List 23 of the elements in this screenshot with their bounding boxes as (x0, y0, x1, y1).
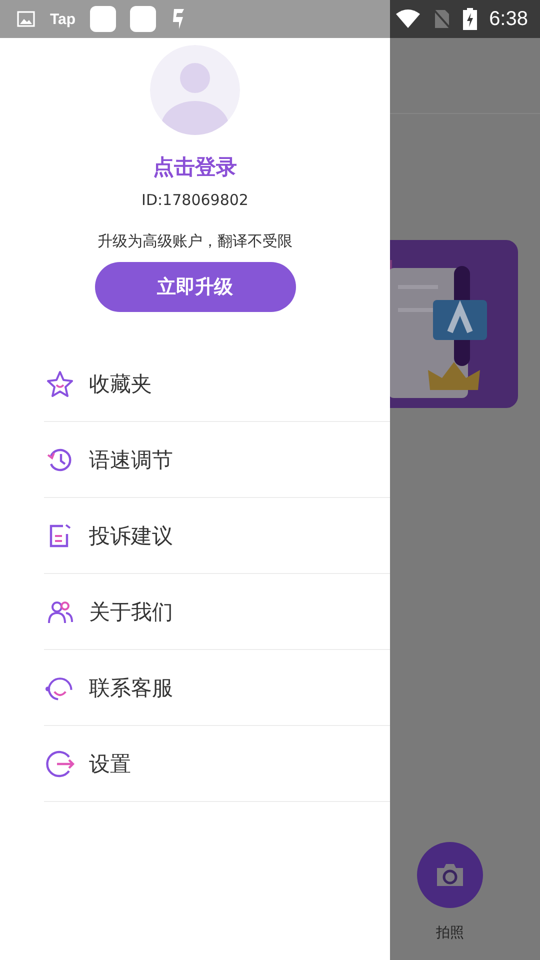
exit-icon (45, 748, 75, 778)
avatar-icon[interactable] (150, 45, 240, 135)
app-icon (130, 6, 156, 32)
image-icon (16, 9, 36, 29)
upgrade-button[interactable]: 立即升级 (94, 262, 296, 312)
camera-label: 拍照 (436, 924, 464, 942)
no-sim-icon (433, 9, 452, 29)
app-label: Tap (50, 10, 76, 28)
menu-item[interactable]: 投诉建议 (44, 498, 390, 574)
star-icon (45, 370, 75, 398)
battery-charging-icon (463, 8, 478, 30)
status-time: 6:38 (489, 8, 528, 30)
menu-item[interactable]: 收藏夹 (44, 346, 390, 422)
app-icon (90, 6, 116, 32)
login-link[interactable]: 点击登录 (153, 153, 237, 181)
menu-item[interactable]: 联系客服 (44, 650, 390, 726)
menu-item[interactable]: 设置 (44, 726, 390, 802)
menu-item[interactable]: 语速调节 (44, 422, 390, 498)
upgrade-hint: 升级为高级账户，翻译不受限 (98, 232, 292, 251)
menu-item[interactable]: 关于我们 (44, 574, 390, 650)
wifi-icon (395, 9, 422, 29)
user-id: ID:178069802 (142, 191, 248, 209)
camera-icon (435, 862, 465, 888)
